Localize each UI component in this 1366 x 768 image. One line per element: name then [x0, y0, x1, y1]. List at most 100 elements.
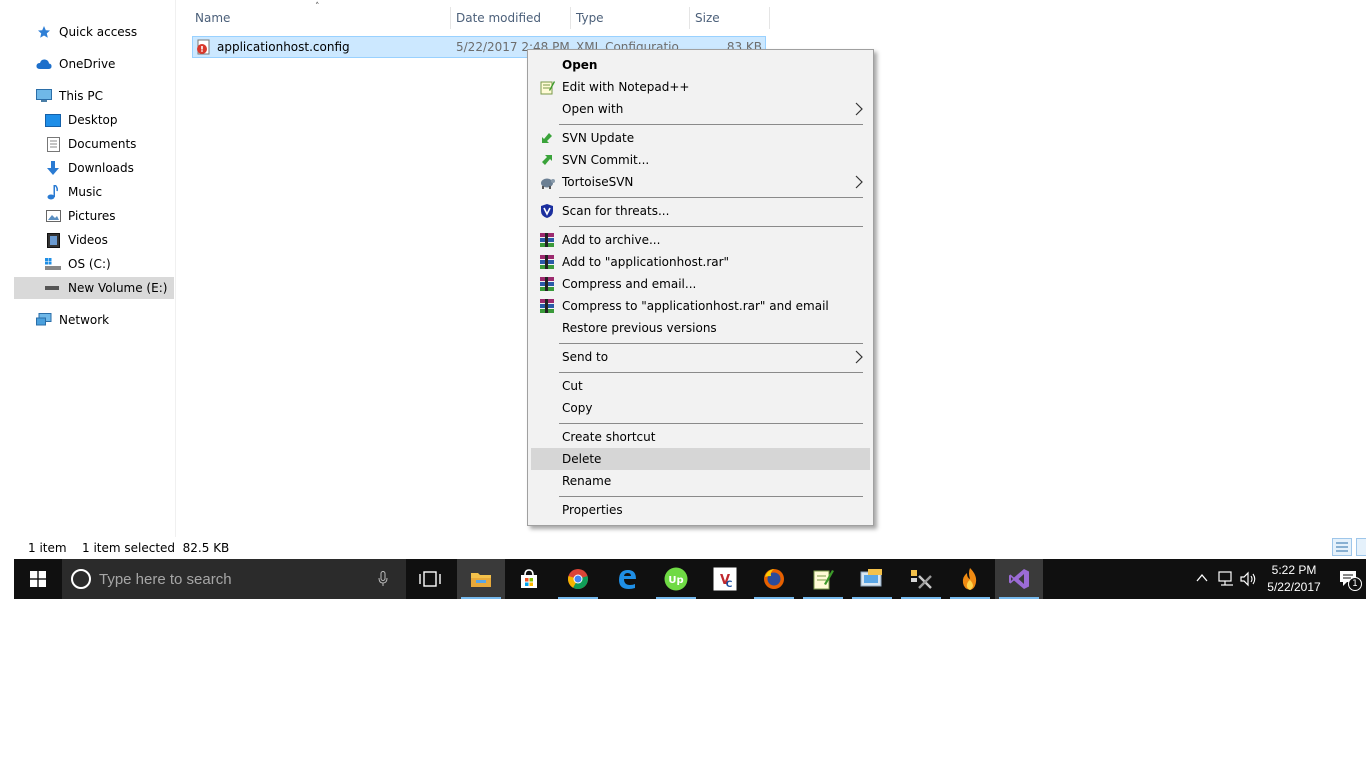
menu-item-compress-email[interactable]: Compress and email... — [531, 273, 870, 295]
chevron-right-icon — [855, 175, 863, 189]
nav-item-music[interactable]: Music — [14, 181, 174, 203]
menu-item-rename[interactable]: Rename — [531, 470, 870, 492]
volume-icon[interactable] — [1240, 571, 1258, 587]
menu-item-properties[interactable]: Properties — [531, 499, 870, 521]
taskbar-file-explorer[interactable] — [457, 559, 505, 599]
column-header-date-modified[interactable]: Date modified — [451, 7, 571, 29]
firefox-icon — [764, 569, 784, 589]
nav-item-pictures[interactable]: Pictures — [14, 205, 174, 227]
menu-item-send-to[interactable]: Send to — [531, 346, 870, 368]
microphone-icon[interactable] — [378, 571, 388, 587]
nav-item-desktop[interactable]: Desktop — [14, 109, 174, 131]
menu-item-restore-versions[interactable]: Restore previous versions — [531, 317, 870, 339]
menu-item-label: Scan for threats... — [562, 204, 670, 218]
task-view-button[interactable] — [406, 559, 454, 599]
menu-item-open-with[interactable]: Open with — [531, 98, 870, 120]
taskbar-tools-app[interactable] — [897, 559, 945, 599]
taskbar-remote-desktop[interactable] — [848, 559, 896, 599]
menu-item-label: TortoiseSVN — [562, 175, 634, 189]
cortana-icon — [71, 569, 91, 589]
svg-text:C: C — [726, 580, 733, 590]
menu-item-label: Properties — [562, 503, 623, 517]
taskbar-clock[interactable]: 5:22 PM 5/22/2017 — [1264, 562, 1324, 596]
notepad-plus-plus-icon — [539, 79, 555, 95]
svg-text:Up: Up — [668, 575, 683, 586]
large-icons-view-button[interactable] — [1356, 538, 1366, 556]
nav-item-this-pc[interactable]: This PC — [14, 85, 174, 107]
chevron-right-icon — [855, 350, 863, 364]
menu-item-edit-notepad[interactable]: Edit with Notepad++ — [531, 76, 870, 98]
menu-item-cut[interactable]: Cut — [531, 375, 870, 397]
menu-item-compress-rar-email[interactable]: Compress to "applicationhost.rar" and em… — [531, 295, 870, 317]
menu-separator — [559, 372, 863, 373]
vc-app-icon: VC — [713, 567, 737, 591]
menu-item-label: Cut — [562, 379, 583, 393]
column-header-row: Name ˄ Date modified Type Size — [190, 2, 770, 29]
taskbar-edge[interactable] — [603, 559, 651, 599]
drive-c-icon — [45, 256, 61, 272]
menu-item-label: Compress to "applicationhost.rar" and em… — [562, 299, 829, 313]
menu-item-label: Compress and email... — [562, 277, 697, 291]
menu-item-label: Rename — [562, 474, 612, 488]
menu-item-svn-commit[interactable]: SVN Commit... — [531, 149, 870, 171]
taskbar-vc-app[interactable]: VC — [701, 559, 749, 599]
column-header-type[interactable]: Type — [571, 7, 690, 29]
music-icon — [45, 184, 61, 200]
visual-studio-icon — [1009, 569, 1029, 589]
menu-separator — [559, 343, 863, 344]
action-center-button[interactable]: 1 — [1330, 559, 1366, 599]
column-header-size[interactable]: Size — [690, 7, 770, 29]
menu-item-tortoisesvn[interactable]: TortoiseSVN — [531, 171, 870, 193]
task-view-icon — [419, 571, 441, 587]
clock-date: 5/22/2017 — [1267, 580, 1321, 594]
nav-item-videos[interactable]: Videos — [14, 229, 174, 251]
menu-item-svn-update[interactable]: SVN Update — [531, 127, 870, 149]
menu-item-copy[interactable]: Copy — [531, 397, 870, 419]
chevron-up-icon[interactable] — [1196, 573, 1208, 583]
taskbar-store[interactable] — [505, 559, 553, 599]
menu-item-label: Edit with Notepad++ — [562, 80, 690, 94]
nav-item-new-volume-e[interactable]: New Volume (E:) — [14, 277, 174, 299]
taskbar-upwork[interactable]: Up — [652, 559, 700, 599]
nav-item-downloads[interactable]: Downloads — [14, 157, 174, 179]
nav-item-quick-access[interactable]: Quick access — [14, 21, 174, 43]
taskbar-flame-app[interactable] — [946, 559, 994, 599]
menu-item-delete[interactable]: Delete — [531, 448, 870, 470]
menu-item-label: SVN Update — [562, 131, 635, 145]
winrar-icon — [539, 232, 555, 248]
documents-icon — [45, 136, 61, 152]
nav-label: Network — [59, 313, 110, 327]
nav-label: Videos — [68, 233, 108, 247]
menu-item-label: Add to "applicationhost.rar" — [562, 255, 730, 269]
nav-item-network[interactable]: Network — [14, 309, 174, 331]
menu-item-label: Open with — [562, 102, 624, 116]
chevron-right-icon — [855, 102, 863, 116]
details-view-button[interactable] — [1332, 538, 1352, 556]
nav-label: Pictures — [68, 209, 116, 223]
nav-item-documents[interactable]: Documents — [14, 133, 174, 155]
menu-item-open[interactable]: Open — [531, 54, 870, 76]
nav-label: This PC — [59, 89, 103, 103]
taskbar-chrome[interactable] — [554, 559, 602, 599]
winrar-icon — [539, 298, 555, 314]
network-tray-icon[interactable] — [1218, 571, 1236, 587]
taskbar-notepad-plus-plus[interactable] — [799, 559, 847, 599]
column-header-name[interactable]: Name — [190, 7, 451, 29]
nav-label: Quick access — [59, 25, 138, 39]
menu-item-scan-threats[interactable]: Scan for threats... — [531, 200, 870, 222]
taskbar-visual-studio[interactable] — [995, 559, 1043, 599]
menu-item-create-shortcut[interactable]: Create shortcut — [531, 426, 870, 448]
start-button[interactable] — [14, 559, 62, 599]
upwork-icon: Up — [664, 567, 688, 591]
nav-item-os-c[interactable]: OS (C:) — [14, 253, 174, 275]
taskbar-firefox[interactable] — [750, 559, 798, 599]
menu-item-add-rar[interactable]: Add to "applicationhost.rar" — [531, 251, 870, 273]
nav-item-onedrive[interactable]: OneDrive — [14, 53, 174, 75]
file-name-cell: applicationhost.config — [196, 37, 451, 57]
taskbar: Type here to search Up VC 5:22 PM 5/22/2… — [14, 559, 1366, 599]
remote-desktop-icon — [860, 569, 882, 587]
videos-icon — [45, 232, 61, 248]
menu-item-add-archive[interactable]: Add to archive... — [531, 229, 870, 251]
nav-label: OneDrive — [59, 57, 116, 71]
taskbar-search-box[interactable]: Type here to search — [62, 559, 406, 599]
